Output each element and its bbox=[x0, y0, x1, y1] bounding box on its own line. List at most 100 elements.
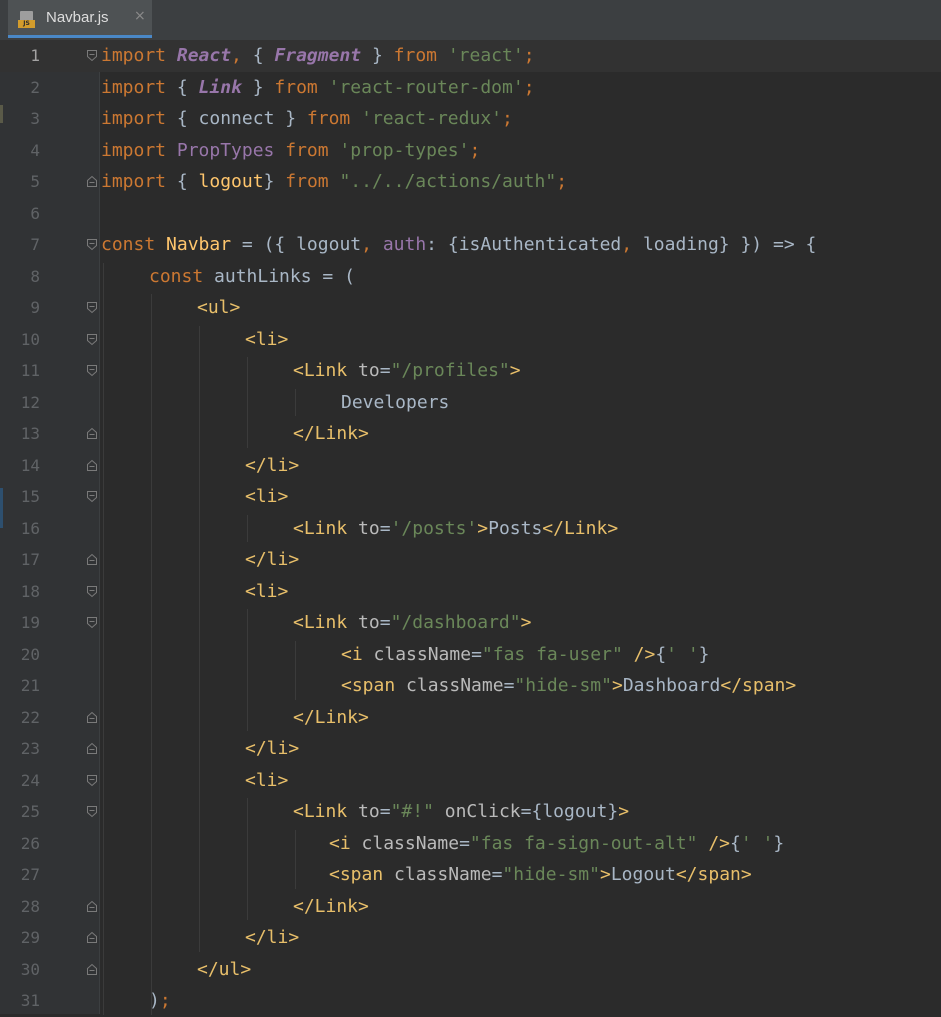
code-line[interactable]: 5 import { logout} from "../../actions/au… bbox=[0, 166, 941, 198]
code-line[interactable]: 29 </li> bbox=[0, 922, 941, 954]
code-text: <Link to='/posts'>Posts</Link> bbox=[293, 513, 618, 545]
code-line[interactable]: 31); bbox=[0, 985, 941, 1017]
fold-collapse-icon[interactable] bbox=[86, 333, 98, 346]
line-number: 15 bbox=[20, 487, 40, 506]
code-token: className bbox=[361, 832, 460, 854]
code-token: "#!" bbox=[390, 801, 434, 822]
code-token: const bbox=[101, 234, 167, 255]
code-line[interactable]: 2 import { Link } from 'react-router-dom'… bbox=[0, 72, 941, 104]
code-editor[interactable]: 1 import React, { Fragment } from 'react'… bbox=[0, 40, 941, 1017]
code-line[interactable]: 16 <Link to='/posts'>Posts</Link> bbox=[0, 513, 941, 545]
fold-collapse-icon[interactable] bbox=[86, 805, 98, 818]
code-token: = bbox=[459, 832, 470, 854]
code-line[interactable]: 24 <li> bbox=[0, 765, 941, 797]
indent-guide bbox=[247, 609, 248, 731]
fold-end-icon[interactable] bbox=[86, 711, 98, 724]
code-line[interactable]: 7 const Navbar = ({ logout, auth: {isAuth… bbox=[0, 229, 941, 261]
code-token: = bbox=[491, 864, 503, 885]
fold-end-icon[interactable] bbox=[86, 742, 98, 755]
indent-guide bbox=[295, 388, 296, 416]
code-line[interactable]: 22 </Link> bbox=[0, 702, 941, 734]
code-token: import bbox=[101, 171, 177, 192]
fold-end-icon[interactable] bbox=[86, 553, 98, 566]
code-line[interactable]: 9 <ul> bbox=[0, 292, 941, 324]
code-token: </li> bbox=[245, 738, 300, 759]
code-line[interactable]: 13 </Link> bbox=[0, 418, 941, 450]
fold-end-icon[interactable] bbox=[86, 459, 98, 472]
code-line[interactable]: 18 <li> bbox=[0, 576, 941, 608]
code-token: = bbox=[503, 675, 515, 696]
code-line[interactable]: 12 Developers bbox=[0, 387, 941, 419]
code-line[interactable]: 15 <li> bbox=[0, 481, 941, 513]
fold-collapse-icon[interactable] bbox=[86, 585, 98, 598]
code-token: } bbox=[607, 801, 619, 822]
code-token: "hide-sm" bbox=[514, 675, 612, 696]
line-number: 25 bbox=[20, 802, 40, 821]
code-token: connect bbox=[198, 108, 275, 129]
code-line[interactable]: 14 </li> bbox=[0, 450, 941, 482]
fold-collapse-icon[interactable] bbox=[86, 49, 98, 62]
code-text: import { Link } from 'react-router-dom'; bbox=[101, 72, 535, 104]
code-token: } bbox=[263, 171, 286, 192]
fold-end-icon[interactable] bbox=[86, 900, 98, 913]
fold-end-icon[interactable] bbox=[86, 175, 98, 188]
code-line[interactable]: 26 <i className="fas fa-sign-out-alt" />{… bbox=[0, 828, 941, 860]
fold-end-icon[interactable] bbox=[86, 427, 98, 440]
code-token: </span> bbox=[720, 675, 797, 696]
fold-end-icon[interactable] bbox=[86, 931, 98, 944]
code-line[interactable]: 1 import React, { Fragment } from 'react'… bbox=[0, 40, 941, 72]
code-line[interactable]: 11 <Link to="/profiles"> bbox=[0, 355, 941, 387]
line-number: 22 bbox=[20, 707, 40, 727]
line-number: 29 bbox=[20, 928, 40, 947]
code-line[interactable]: 4 import PropTypes from 'prop-types'; bbox=[0, 135, 941, 167]
code-token: ; bbox=[556, 171, 568, 192]
code-token: > bbox=[611, 675, 623, 696]
line-number: 1 bbox=[30, 46, 40, 65]
code-line[interactable]: 30 </ul> bbox=[0, 954, 941, 986]
code-line[interactable]: 25 <Link to="#!" onClick={logout}> bbox=[0, 796, 941, 828]
code-line[interactable]: 8 const authLinks = ( bbox=[0, 261, 941, 293]
line-number: 18 bbox=[20, 581, 40, 601]
code-line[interactable]: 28 </Link> bbox=[0, 891, 941, 923]
tab-navbar-js[interactable]: JS Navbar.js × bbox=[8, 0, 152, 38]
editor-tab-bar: JS Navbar.js × bbox=[0, 0, 941, 40]
code-token: ; bbox=[523, 45, 535, 66]
fold-collapse-icon[interactable] bbox=[86, 774, 98, 787]
code-text: ); bbox=[149, 985, 171, 1017]
fold-collapse-icon[interactable] bbox=[86, 301, 98, 314]
code-line[interactable]: 6 bbox=[0, 198, 941, 230]
fold-collapse-icon[interactable] bbox=[86, 616, 98, 629]
indent-guide bbox=[295, 640, 296, 700]
code-token: Logout bbox=[610, 864, 676, 885]
code-token: , bbox=[621, 234, 643, 255]
code-line[interactable]: 23 </li> bbox=[0, 733, 941, 765]
code-token: import bbox=[101, 76, 177, 98]
code-token: to bbox=[358, 612, 380, 633]
code-token: <i bbox=[341, 643, 374, 665]
code-line[interactable]: 10 <li> bbox=[0, 324, 941, 356]
code-token: /> bbox=[697, 832, 730, 854]
fold-collapse-icon[interactable] bbox=[86, 238, 98, 251]
code-line[interactable]: 3 import { connect } from 'react-redux'; bbox=[0, 103, 941, 135]
code-line[interactable]: 19 <Link to="/dashboard"> bbox=[0, 607, 941, 639]
code-token: } bbox=[274, 108, 307, 129]
code-line[interactable]: 20 <i className="fas fa-user" />{' '} bbox=[0, 639, 941, 671]
code-line[interactable]: 21 <span className="hide-sm">Dashboard</s… bbox=[0, 670, 941, 702]
line-number: 23 bbox=[20, 739, 40, 758]
close-icon[interactable]: × bbox=[134, 8, 146, 24]
code-line[interactable]: 17 </li> bbox=[0, 544, 941, 576]
line-number: 12 bbox=[20, 392, 40, 412]
code-token: <span bbox=[329, 864, 395, 885]
code-token: from bbox=[306, 108, 362, 129]
fold-end-icon[interactable] bbox=[86, 963, 98, 976]
indent-guide bbox=[103, 262, 104, 1015]
code-token: from bbox=[393, 45, 448, 66]
code-token: : { bbox=[426, 234, 459, 255]
code-line[interactable]: 27 <span className="hide-sm">Logout</span… bbox=[0, 859, 941, 891]
line-number: 20 bbox=[20, 644, 40, 664]
code-token: ' ' bbox=[666, 643, 699, 665]
line-number: 6 bbox=[30, 203, 40, 223]
code-text: <i className="fas fa-user" />{' '} bbox=[341, 639, 710, 671]
fold-collapse-icon[interactable] bbox=[86, 490, 98, 503]
fold-collapse-icon[interactable] bbox=[86, 364, 98, 377]
